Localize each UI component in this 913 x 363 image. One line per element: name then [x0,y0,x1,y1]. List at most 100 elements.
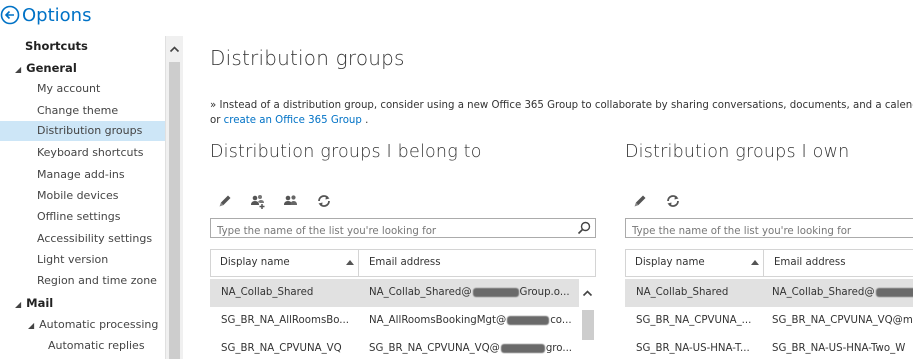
create-office365-group-link[interactable]: create an Office 365 Group [224,115,362,126]
email-visible-part: NA_AllRoomsBookingMgt@ [369,315,507,326]
page-title: Distribution groups [210,46,405,70]
sidebar-item-label: Offline settings [37,210,121,223]
cell-display-name: SG_BR_NA-US-HNA-T... [636,343,750,354]
sidebar-item-label: General [26,61,77,75]
column-header-label: Email address [369,257,441,268]
section-title-own: Distribution groups I own [625,142,850,162]
sidebar-item-label: Mobile devices [37,189,119,202]
column-divider [763,250,764,276]
redacted-blur [500,343,545,353]
sidebar-item-label: Mail [26,296,54,310]
redacted-blur [507,315,550,325]
sidebar-item-mail[interactable]: ◢ Mail [15,296,53,312]
sidebar-item-automatic-processing[interactable]: ◢ Automatic processing [28,318,158,333]
column-header-label: Display name [635,257,705,268]
table-row[interactable]: NA_Collab_Shared NA_Collab_Shared@ [625,279,913,307]
sidebar-item-label: My account [37,82,101,95]
sidebar-item-label: Shortcuts [25,39,88,53]
sidebar-item-distribution-groups[interactable]: Distribution groups [0,121,165,141]
info-period: . [365,115,369,126]
sidebar-item-label: Distribution groups [37,124,143,137]
belong-groups-table: Display name Email address NA_Collab_Sha… [210,249,596,359]
sidebar-item-keyboard-shortcuts[interactable]: Keyboard shortcuts [37,146,144,160]
cell-email: NA_AllRoomsBookingMgt@ co... [369,307,579,335]
sidebar-item-label: Region and time zone [37,274,157,287]
sidebar-item-offline-settings[interactable]: Offline settings [37,210,120,224]
sidebar-scrollbar[interactable] [165,36,183,359]
sidebar-item-light-version[interactable]: Light version [37,253,108,267]
sidebar-item-general[interactable]: ◢ General [15,61,77,77]
sidebar-item-shortcuts[interactable]: Shortcuts [25,39,88,53]
edit-pencil-icon[interactable] [632,193,648,209]
scroll-up-arrow-icon[interactable] [169,44,180,55]
sidebar-item-region-time-zone[interactable]: Region and time zone [37,274,157,288]
section-title-belong: Distribution groups I belong to [210,142,482,162]
column-header-email[interactable]: Email address [360,250,599,276]
cell-display-name: SG_BR_NA_AllRoomsBo... [221,315,350,326]
sidebar-item-automatic-replies[interactable]: Automatic replies [48,339,145,353]
sort-ascending-icon[interactable] [751,260,759,265]
cell-email: SG_BR_NA-US-HNA-Two_W [772,343,906,354]
cell-display-name: NA_Collab_Shared [636,287,729,298]
sidebar-item-accessibility-settings[interactable]: Accessibility settings [37,232,152,246]
cell-email: NA_Collab_Shared@ [772,279,913,307]
sidebar-item-my-account[interactable]: My account [37,82,100,96]
search-own-field[interactable] [625,218,913,241]
column-divider [358,250,359,276]
collapse-triangle-icon[interactable]: ◢ [28,321,34,330]
search-belong-field[interactable] [210,218,596,241]
sidebar-item-manage-add-ins[interactable]: Manage add-ins [37,168,125,182]
cell-display-name: NA_Collab_Shared [221,287,314,298]
column-header-email[interactable]: Email address [765,250,913,276]
collapse-triangle-icon[interactable]: ◢ [15,300,21,309]
scrollbar-thumb[interactable] [169,62,180,359]
table-row[interactable]: SG_BR_NA_AllRoomsBo... NA_AllRoomsBookin… [210,307,579,335]
search-own-input[interactable] [626,222,902,241]
redacted-blur [875,287,913,297]
sidebar-item-mobile-devices[interactable]: Mobile devices [37,189,118,203]
table-row[interactable]: NA_Collab_Shared NA_Collab_Shared@ Group.… [210,279,579,307]
column-header-display-name[interactable]: Display name [211,250,367,276]
column-header-label: Display name [220,257,290,268]
sidebar-item-label: Automatic processing [39,318,159,331]
email-visible-part: gro... [545,343,573,354]
collapse-triangle-icon[interactable]: ◢ [15,65,21,74]
table-row[interactable]: SG_BR_NA-US-HNA-T... SG_BR_NA-US-HNA-Two… [625,335,913,359]
email-visible-part: SG_BR_NA_CPVUNA_VQ@ [369,343,500,354]
sidebar-item-label: Light version [37,253,109,266]
scrollbar-thumb[interactable] [582,310,594,340]
app-title[interactable]: Options [22,5,91,27]
belong-table-scrollbar[interactable] [579,280,596,359]
sidebar-item-change-theme[interactable]: Change theme [37,104,118,118]
column-header-display-name[interactable]: Display name [626,250,771,276]
column-header-label: Email address [774,257,846,268]
email-visible-part: NA_Collab_Shared@ [772,287,875,298]
email-visible-part: Group.o... [519,287,570,298]
table-header: Display name Email address [210,249,596,277]
refresh-icon[interactable] [665,193,681,209]
sidebar-item-label: Change theme [37,104,119,117]
join-group-icon[interactable] [250,193,266,209]
cell-display-name: SG_BR_NA_CPVUNA_... [636,315,752,326]
info-text: » Instead of a distribution group, consi… [210,100,913,111]
info-message: » Instead of a distribution group, consi… [210,98,913,128]
search-belong-input[interactable] [211,222,571,241]
sort-ascending-icon[interactable] [346,260,354,265]
cell-email: NA_Collab_Shared@ Group.o... [369,279,579,307]
sidebar-item-label: Accessibility settings [37,232,153,245]
sidebar-item-label: Manage add-ins [37,168,125,181]
cell-email: SG_BR_NA_CPVUNA_VQ@m [772,315,913,326]
email-visible-part: NA_Collab_Shared@ [369,287,472,298]
back-arrow-circle-icon[interactable] [0,5,20,25]
sidebar-nav: Shortcuts ◢ General My account Change the… [0,36,165,359]
sidebar-item-label: Keyboard shortcuts [37,146,144,159]
edit-pencil-icon[interactable] [217,193,233,209]
table-header: Display name Email address [625,249,913,277]
sidebar-item-label: Automatic replies [48,339,145,352]
leave-group-icon[interactable] [283,193,299,209]
refresh-icon[interactable] [316,193,332,209]
search-icon[interactable] [577,221,591,235]
scroll-up-arrow-icon[interactable] [582,288,593,299]
table-row[interactable]: SG_BR_NA_CPVUNA_... SG_BR_NA_CPVUNA_VQ@m [625,307,913,335]
redacted-blur [472,287,519,297]
